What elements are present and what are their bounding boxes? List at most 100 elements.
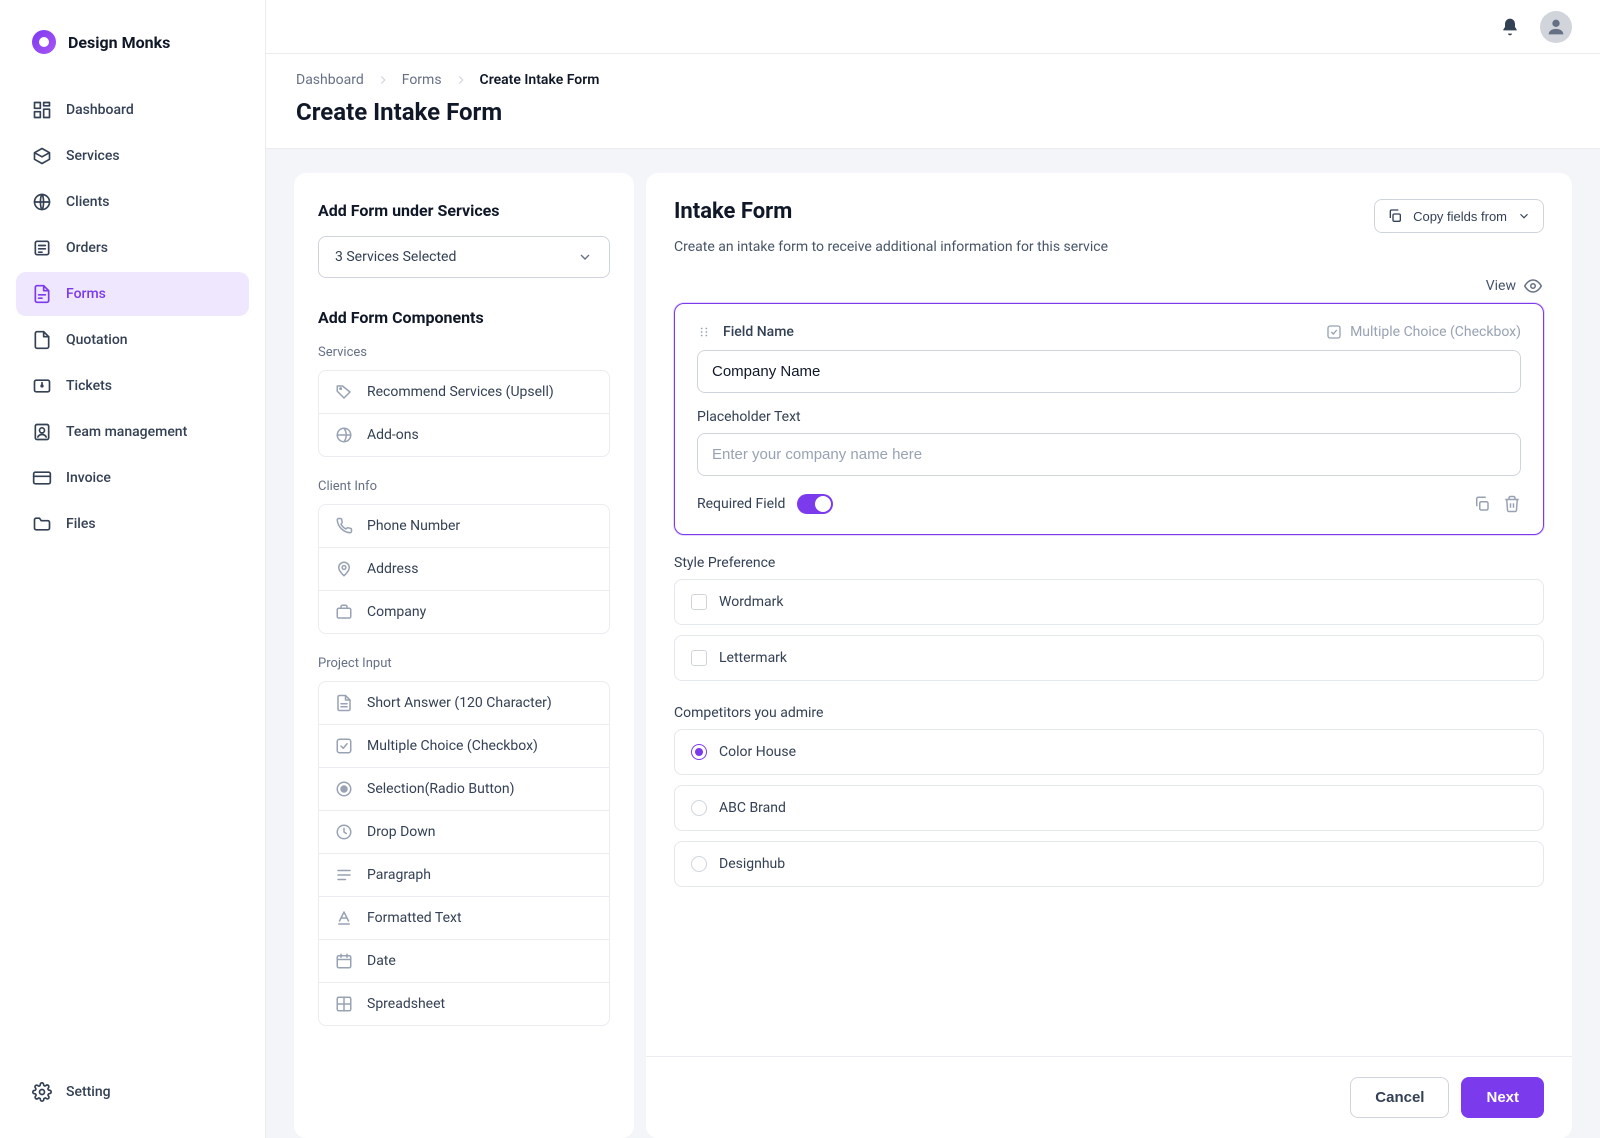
file-text-icon	[335, 694, 353, 712]
nav: Dashboard Services Clients Orders Forms Quota…	[0, 84, 265, 550]
field-card-active[interactable]: Field Name Multiple Choice (Checkbox) Pl…	[674, 303, 1544, 535]
drag-handle-icon[interactable]	[697, 325, 711, 339]
placeholder-input[interactable]	[697, 433, 1521, 476]
sidebar-item-team-management[interactable]: Team management	[16, 410, 249, 454]
sidebar-item-invoice[interactable]: Invoice	[16, 456, 249, 500]
component-label: Formatted Text	[367, 910, 462, 926]
sidebar-item-label: Services	[66, 148, 120, 164]
sidebar-item-label: Quotation	[66, 332, 128, 348]
briefcase-icon	[335, 603, 353, 621]
topbar	[266, 0, 1600, 54]
logo-icon	[32, 30, 56, 54]
component-item[interactable]: Recommend Services (Upsell)	[319, 371, 609, 413]
tag-icon	[335, 383, 353, 401]
sidebar-item-quotation[interactable]: Quotation	[16, 318, 249, 362]
component-label: Recommend Services (Upsell)	[367, 384, 554, 400]
component-item[interactable]: Spreadsheet	[319, 982, 609, 1025]
component-item[interactable]: Drop Down	[319, 810, 609, 853]
view-label: View	[1486, 278, 1516, 294]
avatar[interactable]	[1540, 11, 1572, 43]
format-text-icon	[335, 909, 353, 927]
option-row[interactable]: ABC Brand	[674, 785, 1544, 831]
sidebar-item-label: Invoice	[66, 470, 111, 486]
services-select[interactable]: 3 Services Selected	[318, 236, 610, 278]
checkbox-icon	[691, 594, 707, 610]
sidebar-item-forms[interactable]: Forms	[16, 272, 249, 316]
group-label: Services	[318, 345, 610, 360]
field-type-badge[interactable]: Multiple Choice (Checkbox)	[1326, 324, 1521, 340]
sub-heading: Add Form Components	[318, 308, 610, 327]
chevron-right-icon	[376, 73, 390, 87]
form-components-panel: Add Form under Services 3 Services Selec…	[294, 173, 634, 1138]
field-block[interactable]: Style PreferenceWordmarkLettermark	[674, 555, 1544, 681]
copy-fields-button[interactable]: Copy fields from	[1374, 199, 1544, 233]
button-bar: Cancel Next	[646, 1056, 1572, 1138]
grid-icon	[335, 995, 353, 1013]
copy-icon	[1387, 208, 1403, 224]
option-row[interactable]: Color House	[674, 729, 1544, 775]
next-button[interactable]: Next	[1461, 1077, 1544, 1118]
component-item[interactable]: Address	[319, 547, 609, 590]
sidebar-item-services[interactable]: Services	[16, 134, 249, 178]
breadcrumb-item[interactable]: Forms	[402, 72, 442, 88]
component-item[interactable]: Phone Number	[319, 505, 609, 547]
component-item[interactable]: Paragraph	[319, 853, 609, 896]
user-badge-icon	[32, 422, 52, 442]
phone-icon	[335, 517, 353, 535]
component-item[interactable]: Add-ons	[319, 413, 609, 456]
component-group: Phone Number Address Company	[318, 504, 610, 634]
chevron-down-icon	[1517, 209, 1531, 223]
field-block[interactable]: Competitors you admire Color House ABC Bra…	[674, 705, 1544, 887]
component-label: Date	[367, 953, 396, 969]
file-icon	[32, 330, 52, 350]
breadcrumb-item: Create Intake Form	[480, 72, 600, 88]
sidebar-item-label: Forms	[66, 286, 106, 302]
required-toggle[interactable]	[797, 494, 833, 514]
component-item[interactable]: Short Answer (120 Character)	[319, 682, 609, 724]
sidebar-item-label: Files	[66, 516, 96, 532]
component-item[interactable]: Selection(Radio Button)	[319, 767, 609, 810]
bell-icon[interactable]	[1500, 17, 1520, 37]
eye-icon	[1524, 277, 1542, 295]
sidebar-item-orders[interactable]: Orders	[16, 226, 249, 270]
services-select-value: 3 Services Selected	[335, 249, 456, 265]
component-label: Selection(Radio Button)	[367, 781, 514, 797]
placeholder-label: Placeholder Text	[697, 409, 1521, 425]
component-item[interactable]: Company	[319, 590, 609, 633]
brand-name: Design Monks	[68, 33, 170, 52]
option-row[interactable]: Wordmark	[674, 579, 1544, 625]
component-item[interactable]: Formatted Text	[319, 896, 609, 939]
form-title: Intake Form	[674, 199, 792, 224]
option-label: ABC Brand	[719, 800, 786, 816]
sidebar-item-dashboard[interactable]: Dashboard	[16, 88, 249, 132]
option-label: Wordmark	[719, 594, 783, 610]
view-toggle[interactable]: View	[674, 277, 1544, 295]
component-item[interactable]: Multiple Choice (Checkbox)	[319, 724, 609, 767]
component-item[interactable]: Date	[319, 939, 609, 982]
sidebar-item-files[interactable]: Files	[16, 502, 249, 546]
radio-icon	[691, 856, 707, 872]
delete-icon[interactable]	[1503, 495, 1521, 513]
duplicate-icon[interactable]	[1473, 495, 1491, 513]
field-name-input[interactable]	[697, 350, 1521, 393]
option-label: Designhub	[719, 856, 785, 872]
component-label: Add-ons	[367, 427, 419, 443]
sidebar: Design Monks Dashboard Services Clients Ord…	[0, 0, 266, 1138]
paragraph-icon	[335, 866, 353, 884]
option-row[interactable]: Designhub	[674, 841, 1544, 887]
breadcrumb-item[interactable]: Dashboard	[296, 72, 364, 88]
option-row[interactable]: Lettermark	[674, 635, 1544, 681]
component-label: Address	[367, 561, 418, 577]
component-label: Drop Down	[367, 824, 436, 840]
sidebar-item-clients[interactable]: Clients	[16, 180, 249, 224]
sidebar-item-setting[interactable]: Setting	[16, 1070, 249, 1114]
sidebar-item-tickets[interactable]: Tickets	[16, 364, 249, 408]
sidebar-item-label: Tickets	[66, 378, 112, 394]
field-label: Competitors you admire	[674, 705, 1544, 721]
cancel-button[interactable]: Cancel	[1350, 1077, 1449, 1118]
component-label: Phone Number	[367, 518, 460, 534]
sidebar-item-label: Orders	[66, 240, 108, 256]
chevron-down-icon	[577, 249, 593, 265]
page-title: Create Intake Form	[296, 98, 1570, 126]
check-square-icon	[1326, 324, 1342, 340]
